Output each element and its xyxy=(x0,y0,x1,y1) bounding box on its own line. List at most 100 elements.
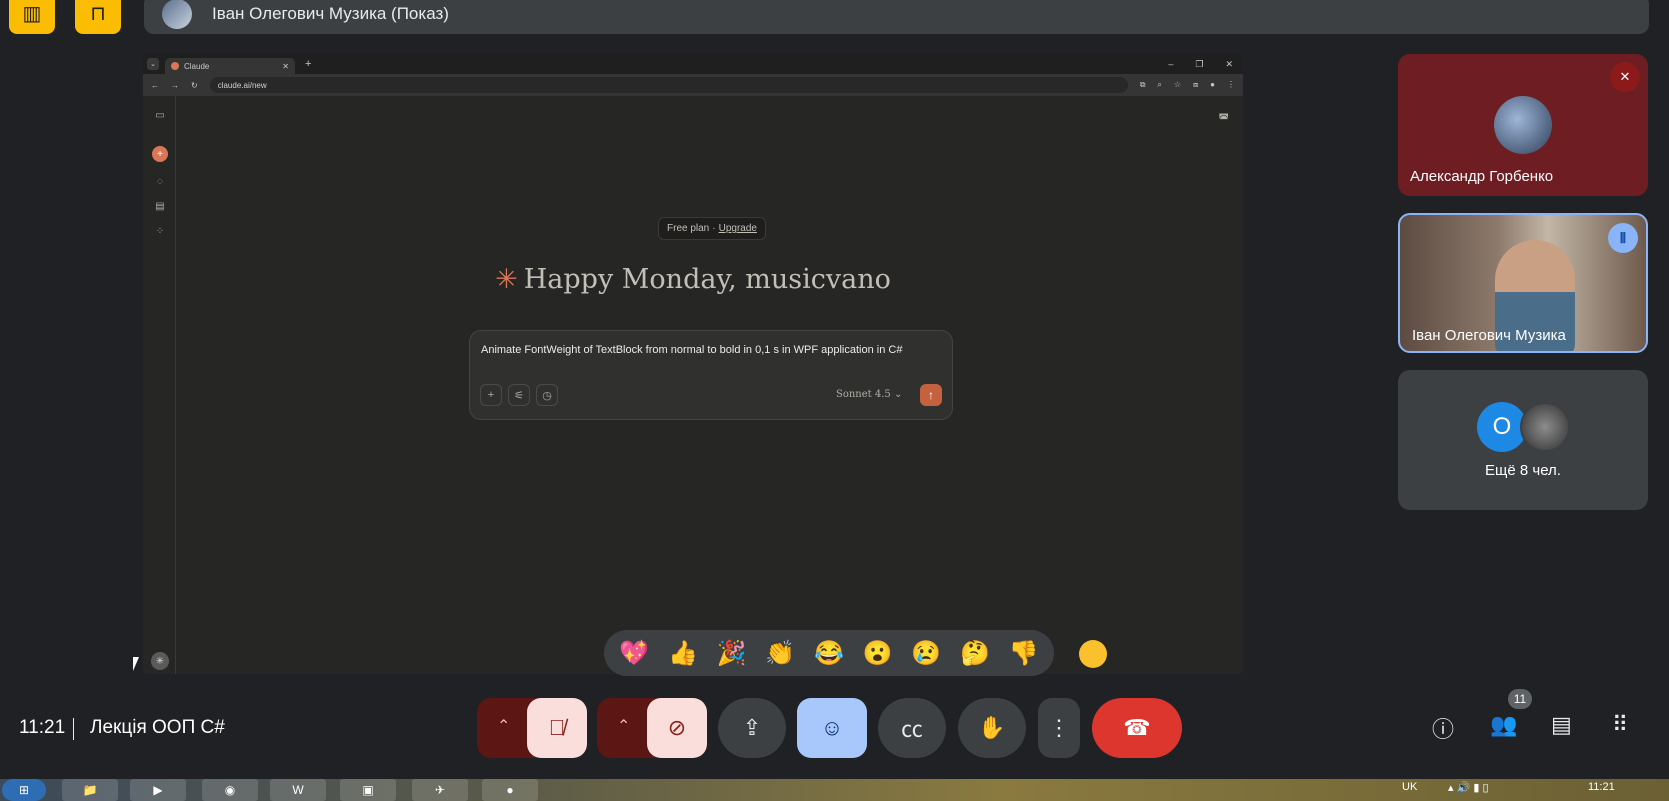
avatar xyxy=(1520,402,1570,452)
close-tab-icon[interactable]: ✕ xyxy=(282,62,289,71)
reaction-thumbs-down[interactable]: 👎 xyxy=(1009,639,1039,668)
reaction-thumbs-up[interactable]: 👍 xyxy=(668,639,698,668)
minimize-icon[interactable]: – xyxy=(1168,59,1173,70)
leave-call-button[interactable]: ☎ xyxy=(1092,698,1182,758)
participant-name: Александр Горбенко xyxy=(1410,168,1554,185)
chats-icon[interactable]: ◌ xyxy=(153,174,167,188)
sidebar-toggle-icon[interactable]: ▭ xyxy=(153,108,167,122)
upgrade-link[interactable]: Upgrade xyxy=(719,223,757,234)
start-button[interactable]: ⊞ xyxy=(2,779,46,801)
address-bar-row: ← → ↻ claude.ai/new ⧉ ⌕ ☆ ⧈ ● ⋮ xyxy=(143,74,1243,96)
participant-tile[interactable]: ✕ Александр Горбенко xyxy=(1398,54,1648,196)
send-button[interactable]: ↑ xyxy=(920,384,942,406)
incognito-icon[interactable]: ◚ xyxy=(1218,112,1229,125)
participant-name: Іван Олегович Музика xyxy=(1412,327,1566,344)
tray-icons[interactable]: ▴ 🔊 ▮ ▯ xyxy=(1448,781,1489,794)
browser-tab[interactable]: Claude ✕ xyxy=(165,58,295,74)
skin-tone-button[interactable] xyxy=(1079,640,1107,668)
plan-label: Free plan xyxy=(667,223,710,234)
reaction-bar: 💖 👍 🎉 👏 😂 😮 😢 🤔 👎 xyxy=(604,630,1054,676)
chat-icon[interactable]: ▤ xyxy=(1551,712,1572,738)
reaction-sad[interactable]: 😢 xyxy=(911,639,941,668)
pin-layout-icon[interactable]: ⊓ xyxy=(75,0,121,34)
meeting-info-icon[interactable]: ⓘ xyxy=(1432,712,1454,744)
raise-hand-button[interactable]: ✋ xyxy=(958,698,1026,758)
presenter-avatar xyxy=(162,0,192,29)
chrome-taskbar-icon[interactable]: ◉ xyxy=(202,779,258,801)
model-label: Sonnet 4.5 xyxy=(836,389,891,400)
more-participants-tile[interactable]: O Ещё 8 чел. xyxy=(1398,370,1648,510)
explorer-taskbar-icon[interactable]: 📁 xyxy=(62,779,118,801)
camera-off-button[interactable]: ⊘ xyxy=(647,698,707,758)
model-selector[interactable]: Sonnet 4.5 ⌄ xyxy=(836,389,902,400)
claude-favicon-icon xyxy=(171,62,179,70)
language-indicator[interactable]: UK xyxy=(1402,781,1417,793)
media-taskbar-icon[interactable]: ▶ xyxy=(130,779,186,801)
reactions-button[interactable]: ☺ xyxy=(797,698,867,758)
projects-icon[interactable]: ▤ xyxy=(153,199,167,213)
word-taskbar-icon[interactable]: W xyxy=(270,779,326,801)
muted-mic-icon: ✕ xyxy=(1610,62,1640,92)
prompt-input[interactable]: Animate FontWeight of TextBlock from nor… xyxy=(481,342,941,358)
forward-icon[interactable]: → xyxy=(171,81,179,90)
artifacts-icon[interactable]: ⁘ xyxy=(153,224,167,238)
present-screen-button[interactable]: ⇪ xyxy=(718,698,786,758)
meeting-clock: 11:21 xyxy=(19,717,66,738)
bookmark-star-icon[interactable]: ☆ xyxy=(1174,80,1181,90)
reaction-laugh[interactable]: 😂 xyxy=(814,639,844,668)
audio-options-chevron-icon[interactable]: ⌃ xyxy=(497,716,510,736)
people-icon[interactable]: 👥 xyxy=(1490,712,1517,738)
shared-screen: ⌄ Claude ✕ + – ❐ ✕ ← → ↻ claude.ai/new ⧉… xyxy=(143,54,1243,674)
presenter-name: Іван Олегович Музика (Показ) xyxy=(212,4,449,23)
close-window-icon[interactable]: ✕ xyxy=(1225,59,1233,70)
back-icon[interactable]: ← xyxy=(151,81,159,90)
more-options-button[interactable]: ⋮ xyxy=(1038,698,1080,758)
restore-icon[interactable]: ❐ xyxy=(1195,59,1203,70)
reaction-heart[interactable]: 💖 xyxy=(619,639,649,668)
greeting-text: Happy Monday, musicvano xyxy=(523,264,891,295)
new-chat-icon[interactable]: + xyxy=(152,146,168,162)
install-app-icon[interactable]: ⧉ xyxy=(1140,80,1146,90)
user-avatar-icon[interactable]: ✳ xyxy=(151,652,169,670)
reload-icon[interactable]: ↻ xyxy=(191,81,198,90)
profile-icon[interactable]: ● xyxy=(1210,80,1215,90)
browser-tabstrip: ⌄ Claude ✕ + – ❐ ✕ xyxy=(143,54,1243,74)
window-taskbar-icon[interactable]: ▣ xyxy=(340,779,396,801)
divider xyxy=(73,718,74,740)
extensions-icon[interactable]: ⧈ xyxy=(1193,80,1198,90)
menu-dots-icon[interactable]: ⋮ xyxy=(1227,80,1235,90)
reaction-clap[interactable]: 👏 xyxy=(765,639,795,668)
tools-icon[interactable]: ⚟ xyxy=(508,384,530,406)
url-field[interactable]: claude.ai/new xyxy=(209,77,1128,93)
captions-button[interactable]: ㏄ xyxy=(878,698,946,758)
layout-off-icon[interactable]: ▥ xyxy=(9,0,55,34)
speaking-indicator-icon: ⦀ xyxy=(1608,223,1638,253)
taskbar-clock[interactable]: 11:21 xyxy=(1588,781,1615,793)
claude-sidebar: ▭ + ◌ ▤ ⁘ ✳ xyxy=(143,96,176,674)
meeting-title: Лекція ООП C# xyxy=(90,717,225,738)
participant-tile-active[interactable]: ⦀ Іван Олегович Музика xyxy=(1398,213,1648,353)
camera-control-group: ⌃ ⊘ xyxy=(597,698,707,758)
people-count-badge: 11 xyxy=(1508,689,1532,709)
telegram-taskbar-icon[interactable]: ✈ xyxy=(412,779,468,801)
tab-search-icon[interactable]: ⌄ xyxy=(147,58,159,70)
activities-icon[interactable]: ⠿ xyxy=(1612,712,1628,738)
claude-logo-icon: ✳ xyxy=(495,264,518,295)
presenter-bar: Іван Олегович Музика (Показ) xyxy=(144,0,1649,34)
mouse-cursor-icon xyxy=(133,657,145,671)
reaction-surprised[interactable]: 😮 xyxy=(863,639,893,668)
video-options-chevron-icon[interactable]: ⌃ xyxy=(617,716,630,736)
attach-icon[interactable]: + xyxy=(480,384,502,406)
recorder-taskbar-icon[interactable]: ● xyxy=(482,779,538,801)
plan-separator: · xyxy=(712,223,716,234)
history-icon[interactable]: ◷ xyxy=(536,384,558,406)
prompt-composer[interactable]: Animate FontWeight of TextBlock from nor… xyxy=(469,330,953,420)
mic-control-group: ⌃ 🎙̸ xyxy=(477,698,587,758)
url-text: claude.ai/new xyxy=(217,80,267,90)
plan-badge: Free plan · Upgrade xyxy=(658,217,766,240)
mic-off-button[interactable]: 🎙̸ xyxy=(527,698,587,758)
reaction-party[interactable]: 🎉 xyxy=(717,639,747,668)
new-tab-icon[interactable]: + xyxy=(305,58,311,70)
zoom-icon[interactable]: ⌕ xyxy=(1157,80,1161,90)
reaction-thinking[interactable]: 🤔 xyxy=(960,639,990,668)
